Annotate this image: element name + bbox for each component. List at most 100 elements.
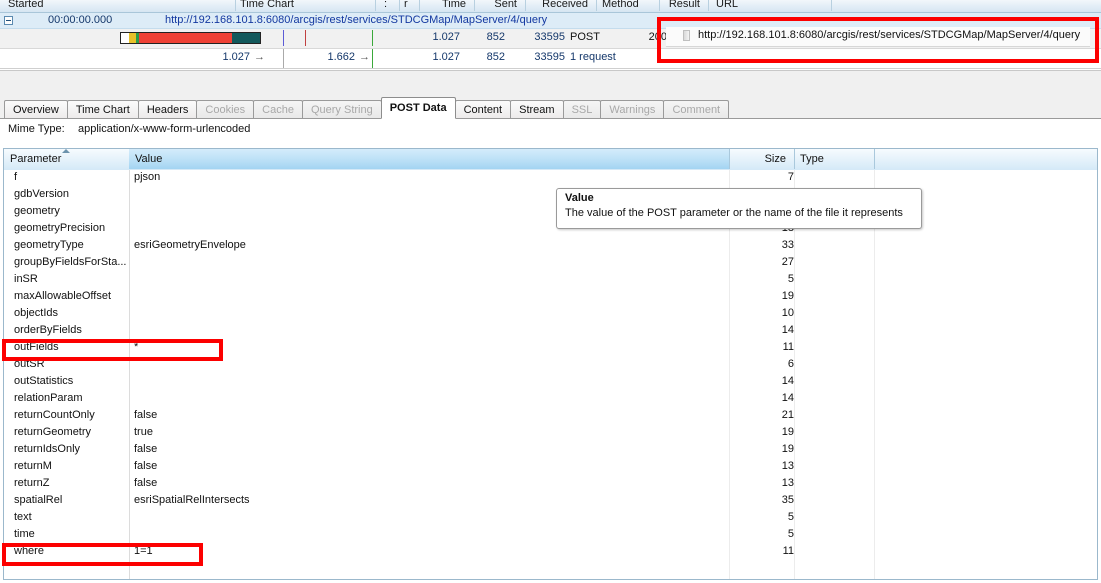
table-row[interactable]: returnCountOnly false 21 [4, 408, 1097, 425]
parameter-size: 19 [704, 426, 794, 438]
tab-cache[interactable]: Cache [253, 100, 303, 119]
tab-post-data[interactable]: POST Data [381, 97, 456, 119]
tick-separator-green [372, 30, 373, 46]
tab-comment[interactable]: Comment [663, 100, 729, 119]
parameter-name: returnGeometry [14, 426, 91, 438]
table-row[interactable]: geometryTypeesriGeometryEnvelope33 [4, 238, 1097, 255]
post-data-table: Parameter Value Size Type fpjson7gdbVersion… [3, 148, 1098, 580]
parameter-size: 14 [704, 324, 794, 336]
parameter-name: orderByFields [14, 324, 82, 336]
table-row[interactable]: maxAllowableOffset19 [4, 289, 1097, 306]
grid-column-header[interactable]: Received [527, 0, 597, 11]
parameter-size: 13 [704, 477, 794, 489]
table-row[interactable]: returnIdsOnlyfalse19 [4, 442, 1097, 459]
table-row[interactable]: returnMfalse13 [4, 459, 1097, 476]
total-request-count: 1 request [570, 51, 616, 63]
grid-column-header[interactable]: Method [598, 0, 660, 11]
post-data-table-header[interactable]: Parameter Value Size Type [4, 149, 1097, 171]
parameter-name: groupByFieldsForSta... [14, 256, 127, 268]
column-header-type[interactable]: Type [800, 153, 824, 170]
table-row[interactable]: text 5 [4, 510, 1097, 527]
table-row[interactable]: outStatistics14 [4, 374, 1097, 391]
table-row[interactable]: orderByFields 14 [4, 323, 1097, 340]
column-divider[interactable] [874, 149, 875, 169]
total-received: 33595 [505, 51, 565, 63]
grid-column-header[interactable]: : [380, 0, 400, 11]
session-grid-header: StartedTime Chart:rTimeSentReceivedMetho… [0, 0, 1101, 13]
parameter-value: esriSpatialRelIntersects [134, 494, 250, 506]
mime-type-value: application/x-www-form-urlencoded [78, 123, 250, 135]
grid-column-header[interactable]: Time [420, 0, 475, 11]
parameter-name: text [14, 511, 32, 523]
column-header-value[interactable]: Value [135, 153, 162, 170]
tab-time-chart[interactable]: Time Chart [67, 100, 139, 119]
parameter-value: false [134, 409, 157, 421]
parameter-size: 21 [704, 409, 794, 421]
parameter-size: 13 [704, 460, 794, 472]
column-divider[interactable] [794, 149, 795, 169]
parameter-size: 11 [704, 545, 794, 557]
child-time: 1.027 [400, 31, 460, 43]
parameter-name: gdbVersion [14, 188, 69, 200]
parameter-name: returnZ [14, 477, 49, 489]
parameter-name: maxAllowableOffset [14, 290, 111, 302]
table-row[interactable]: groupByFieldsForSta... 27 [4, 255, 1097, 272]
tab-overview[interactable]: Overview [4, 100, 68, 119]
table-row[interactable]: geometry [4, 204, 1097, 221]
table-row[interactable]: objectIds10 [4, 306, 1097, 323]
collapse-icon[interactable] [4, 16, 13, 25]
grid-column-header[interactable]: URL [712, 0, 832, 11]
mime-type-label: Mime Type: [8, 123, 65, 135]
parameter-size: 6 [704, 358, 794, 370]
tab-cookies[interactable]: Cookies [196, 100, 254, 119]
table-row[interactable]: time5 [4, 527, 1097, 544]
parameter-name: returnCountOnly [14, 409, 95, 421]
grid-column-header[interactable]: r [400, 0, 420, 11]
post-data-table-body[interactable]: fpjson7gdbVersion geometrygeometryPrecisi… [4, 170, 1097, 579]
parameter-size: 14 [704, 375, 794, 387]
table-row[interactable]: relationParam14 [4, 391, 1097, 408]
table-row[interactable]: gdbVersion [4, 187, 1097, 204]
tick-separator-blue [283, 30, 284, 46]
column-header-parameter[interactable]: Parameter [10, 153, 61, 170]
parameter-size: 14 [704, 392, 794, 404]
tab-warnings[interactable]: Warnings [600, 100, 664, 119]
parameter-name: f [14, 171, 17, 183]
arrow-right-icon-a: → [253, 51, 266, 63]
total-mark-a: 1.027 [185, 51, 250, 63]
table-row[interactable]: fpjson7 [4, 170, 1097, 187]
parameter-size: 5 [704, 511, 794, 523]
parent-url-text: http://192.168.101.8:6080/arcgis/rest/se… [165, 14, 547, 26]
grid-column-header[interactable]: Time Chart [236, 0, 376, 11]
timing-bar-segment [121, 33, 129, 43]
grid-column-header[interactable]: Result [661, 0, 709, 11]
parameter-value: false [134, 477, 157, 489]
total-separator-b [372, 49, 373, 68]
tab-headers[interactable]: Headers [138, 100, 198, 119]
parameter-size: 11 [704, 341, 794, 353]
parameter-name: inSR [14, 273, 38, 285]
table-row[interactable]: inSR5 [4, 272, 1097, 289]
parameter-name: returnIdsOnly [14, 443, 80, 455]
child-received: 33595 [505, 31, 565, 43]
column-header-size[interactable]: Size [729, 153, 786, 170]
tick-separator-red [305, 30, 306, 46]
tab-ssl[interactable]: SSL [563, 100, 602, 119]
total-sent: 852 [455, 51, 505, 63]
grid-column-header[interactable]: Started [4, 0, 236, 11]
timing-bar [120, 32, 261, 44]
panel-splitter[interactable] [0, 70, 1101, 98]
parameter-name: objectIds [14, 307, 58, 319]
table-row[interactable]: returnGeometrytrue19 [4, 425, 1097, 442]
tab-query-string[interactable]: Query String [302, 100, 382, 119]
tab-content[interactable]: Content [455, 100, 512, 119]
parameter-size: 27 [704, 256, 794, 268]
total-mark-b: 1.662 [290, 51, 355, 63]
table-row[interactable]: spatialRelesriSpatialRelIntersects35 [4, 493, 1097, 510]
table-row[interactable]: geometryPrecision18 [4, 221, 1097, 238]
tab-stream[interactable]: Stream [510, 100, 563, 119]
grid-column-header[interactable]: Sent [476, 0, 526, 11]
arrow-right-icon-b: → [358, 51, 371, 63]
parameter-name: time [14, 528, 35, 540]
table-row[interactable]: returnZ false 13 [4, 476, 1097, 493]
